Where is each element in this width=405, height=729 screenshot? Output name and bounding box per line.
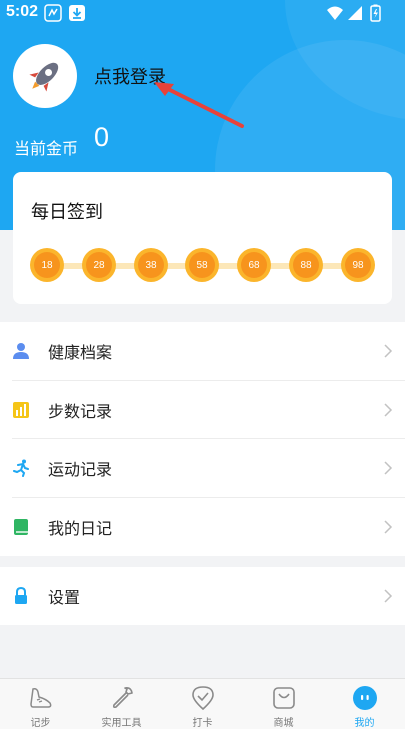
coin-label: 当前金币 [14,139,79,158]
signal-icon [348,6,362,20]
signin-coin-value: 18 [34,252,60,278]
menu-item-label: 运动记录 [48,460,113,480]
signin-coin-day-6[interactable]: 88 + [289,245,324,282]
signin-coin-value: 58 [189,252,215,278]
shoe-icon [30,688,52,708]
diary-icon [14,518,28,535]
step-record-icon [13,401,29,418]
signin-title: 每日签到 [31,202,103,223]
signin-coin-value: 68 [241,252,267,278]
chevron-right-icon [384,344,393,358]
daily-signin-card: 每日签到 18 + 28 + 38 + 58 + 68 + 88 + 98 + [13,172,392,304]
signin-coin-value: 88 [293,252,319,278]
tab-checkin[interactable]: 打卡 [162,679,243,729]
health-profile-icon [13,343,29,360]
tab-shop[interactable]: 商城 [243,679,324,729]
menu-item-settings[interactable]: 设置 [0,567,405,625]
pointer-arrow-icon [154,82,244,128]
tab-label: 打卡 [192,718,213,729]
app-notification-icon [44,4,62,22]
signin-coin-value: 38 [138,252,164,278]
signin-coin-value: 28 [86,252,112,278]
signin-coin-day-7[interactable]: 98 + [341,245,376,282]
settings-label: 设置 [48,588,81,607]
plus-icon: + [264,245,272,259]
plus-icon: + [316,245,324,259]
signin-coin-day-1[interactable]: 18 + [30,245,65,282]
chevron-right-icon [384,520,393,534]
menu-item-diary[interactable]: 我的日记 [0,498,405,557]
rocket-icon [29,62,59,92]
profile-menu: 健康档案 步数记录 运动记录 我的日记 [0,322,405,556]
menu-item-health-profile[interactable]: 健康档案 [0,322,405,381]
download-icon [69,5,85,21]
plus-icon: + [368,245,376,259]
wrench-icon [112,687,133,709]
signin-coin-day-3[interactable]: 38 + [134,245,169,282]
signin-coin-day-5[interactable]: 68 + [237,245,272,282]
settings-row: 设置 [0,567,405,625]
signin-coin-value: 98 [345,252,371,278]
tab-tools[interactable]: 实用工具 [81,679,162,729]
chevron-right-icon [384,589,393,603]
profile-icon [353,686,377,710]
tab-label: 记步 [30,718,51,729]
menu-item-step-record[interactable]: 步数记录 [0,381,405,439]
signin-coin-day-4[interactable]: 58 + [185,245,220,282]
tab-profile[interactable]: 我的 [324,679,405,729]
avatar[interactable] [13,44,77,108]
menu-item-label: 步数记录 [48,401,113,421]
status-time: 5:02 [6,3,39,20]
plus-icon: + [109,245,117,259]
tab-step-counter[interactable]: 记步 [0,679,81,729]
tab-label: 实用工具 [101,718,142,729]
plus-icon: + [212,245,220,259]
menu-item-exercise-record[interactable]: 运动记录 [0,439,405,498]
plus-icon: + [161,245,169,259]
bottom-tab-bar: 记步 实用工具 打卡 商城 我的 [0,678,405,729]
coin-value: 0 [94,122,110,152]
plus-icon: + [57,245,65,259]
exercise-record-icon [13,459,29,478]
tab-label: 商城 [273,718,294,729]
menu-item-label: 健康档案 [48,343,113,363]
shopping-bag-icon [273,687,295,709]
wifi-icon [327,6,343,20]
checkin-icon [192,686,214,711]
status-bar: 5:02 [0,0,405,26]
chevron-right-icon [384,403,393,417]
chevron-right-icon [384,461,393,475]
lock-icon [15,587,27,604]
tab-label: 我的 [354,718,375,729]
menu-item-label: 我的日记 [48,518,113,538]
battery-icon [370,4,381,22]
signin-coin-day-2[interactable]: 28 + [82,245,117,282]
